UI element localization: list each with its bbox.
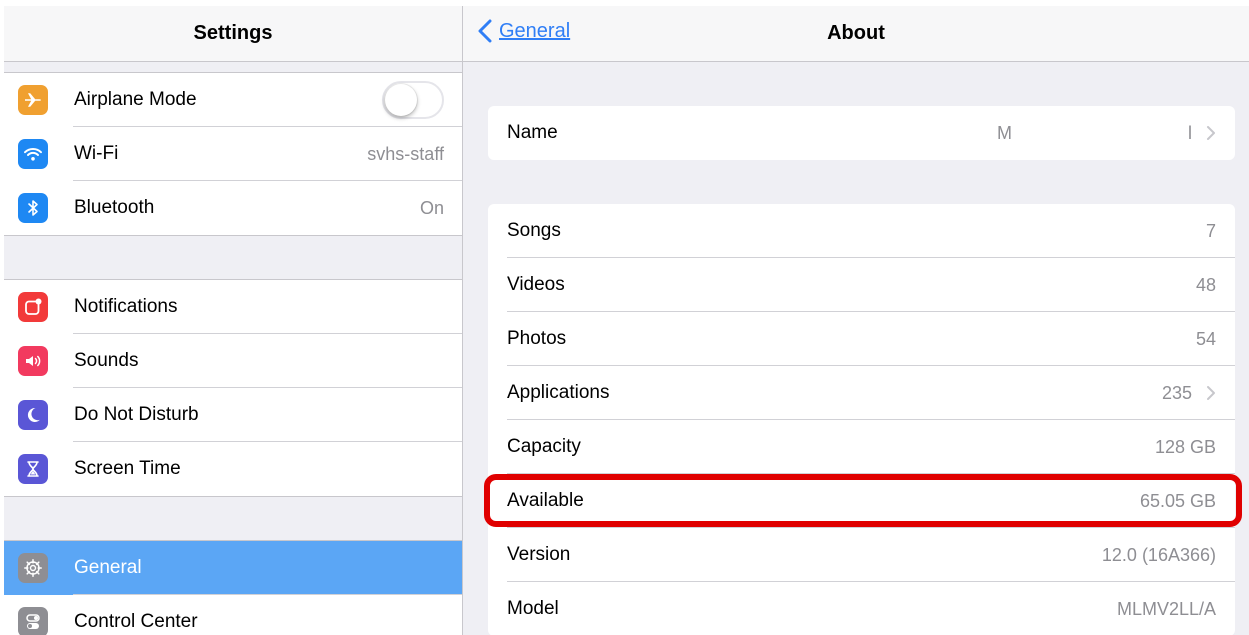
hourglass-icon [18,454,48,484]
about-info-card: Songs 7 Videos 48 Photos 54 Applications… [488,204,1235,635]
sidebar-item-label: Wi-Fi [74,143,119,164]
sidebar-item-label: Notifications [74,296,178,317]
row-value: 128 GB [1154,436,1216,457]
sidebar-item-screen-time[interactable]: Screen Time [4,442,462,496]
moon-icon [18,400,48,430]
about-detail-pane: General About Name M l Songs 7 Videos 48… [463,6,1249,635]
wifi-network-value: svhs-staff [367,143,444,164]
sidebar-header: Settings [4,6,462,62]
version-row: Version 12.0 (16A366) [488,528,1235,582]
row-label: Applications [507,382,610,403]
chevron-right-icon [1207,126,1215,140]
videos-row: Videos 48 [488,258,1235,312]
row-label: Model [507,598,559,619]
airplane-mode-toggle[interactable] [382,81,444,119]
row-value: 235 [1161,382,1192,403]
row-label: Version [507,544,571,565]
row-value: 54 [1195,328,1216,349]
sidebar-item-notifications[interactable]: Notifications [4,280,462,334]
sidebar-item-airplane-mode[interactable]: Airplane Mode [4,73,462,127]
sidebar-item-control-center[interactable]: Control Center [4,595,462,635]
row-label: Name [507,122,558,143]
songs-row: Songs 7 [488,204,1235,258]
sidebar-group-system: General Control Center [4,540,462,635]
sidebar-item-do-not-disturb[interactable]: Do Not Disturb [4,388,462,442]
bluetooth-status-value: On [419,197,444,218]
model-row: Model MLMV2LL/A [488,582,1235,635]
row-label: Songs [507,220,561,241]
row-value: 7 [1205,220,1216,241]
redacted-area [1012,124,1188,142]
sidebar-item-bluetooth[interactable]: Bluetooth On [4,181,462,235]
toggles-icon [18,607,48,635]
chevron-right-icon [1207,386,1215,400]
wifi-icon [18,139,48,169]
sidebar-item-sounds[interactable]: Sounds [4,334,462,388]
sidebar-item-general[interactable]: General [4,541,462,595]
row-label: Videos [507,274,565,295]
sidebar-item-label: Sounds [74,350,139,371]
sidebar-item-label: Do Not Disturb [74,404,199,425]
row-value: 12.0 (16A366) [1101,544,1216,565]
device-name-start: M [997,122,1012,143]
capacity-row: Capacity 128 GB [488,420,1235,474]
sidebar-group-notifications: Notifications Sounds Do Not Disturb Scre… [4,279,462,497]
name-card: Name M l [488,106,1235,160]
photos-row: Photos 54 [488,312,1235,366]
name-row[interactable]: Name M l [488,106,1235,160]
toggle-knob [385,84,417,116]
sounds-icon [18,346,48,376]
row-label: Available [507,490,584,511]
notifications-icon [18,292,48,322]
sidebar-item-label: Bluetooth [74,197,155,218]
gear-icon [18,553,48,583]
row-label: Capacity [507,436,581,457]
row-value: MLMV2LL/A [1116,598,1216,619]
applications-row[interactable]: Applications 235 [488,366,1235,420]
sidebar-item-label: General [74,557,142,578]
page-title: About [827,22,885,44]
sidebar-title: Settings [193,22,273,44]
sidebar-item-label: Control Center [74,611,198,632]
sidebar-group-connectivity: Airplane Mode Wi-Fi svhs-staff Bluetooth… [4,72,462,236]
sidebar-item-label: Airplane Mode [74,89,197,110]
bluetooth-icon [18,193,48,223]
sidebar-item-wifi[interactable]: Wi-Fi svhs-staff [4,127,462,181]
airplane-icon [18,85,48,115]
row-value: 48 [1195,274,1216,295]
sidebar-item-label: Screen Time [74,458,181,479]
row-value: 65.05 GB [1139,490,1216,511]
settings-sidebar: Settings Airplane Mode Wi-Fi svhs-staff … [4,6,462,635]
available-row: Available 65.05 GB [488,474,1235,528]
row-label: Photos [507,328,567,349]
detail-header: General About [463,6,1249,62]
device-name-end: l [1188,122,1192,143]
